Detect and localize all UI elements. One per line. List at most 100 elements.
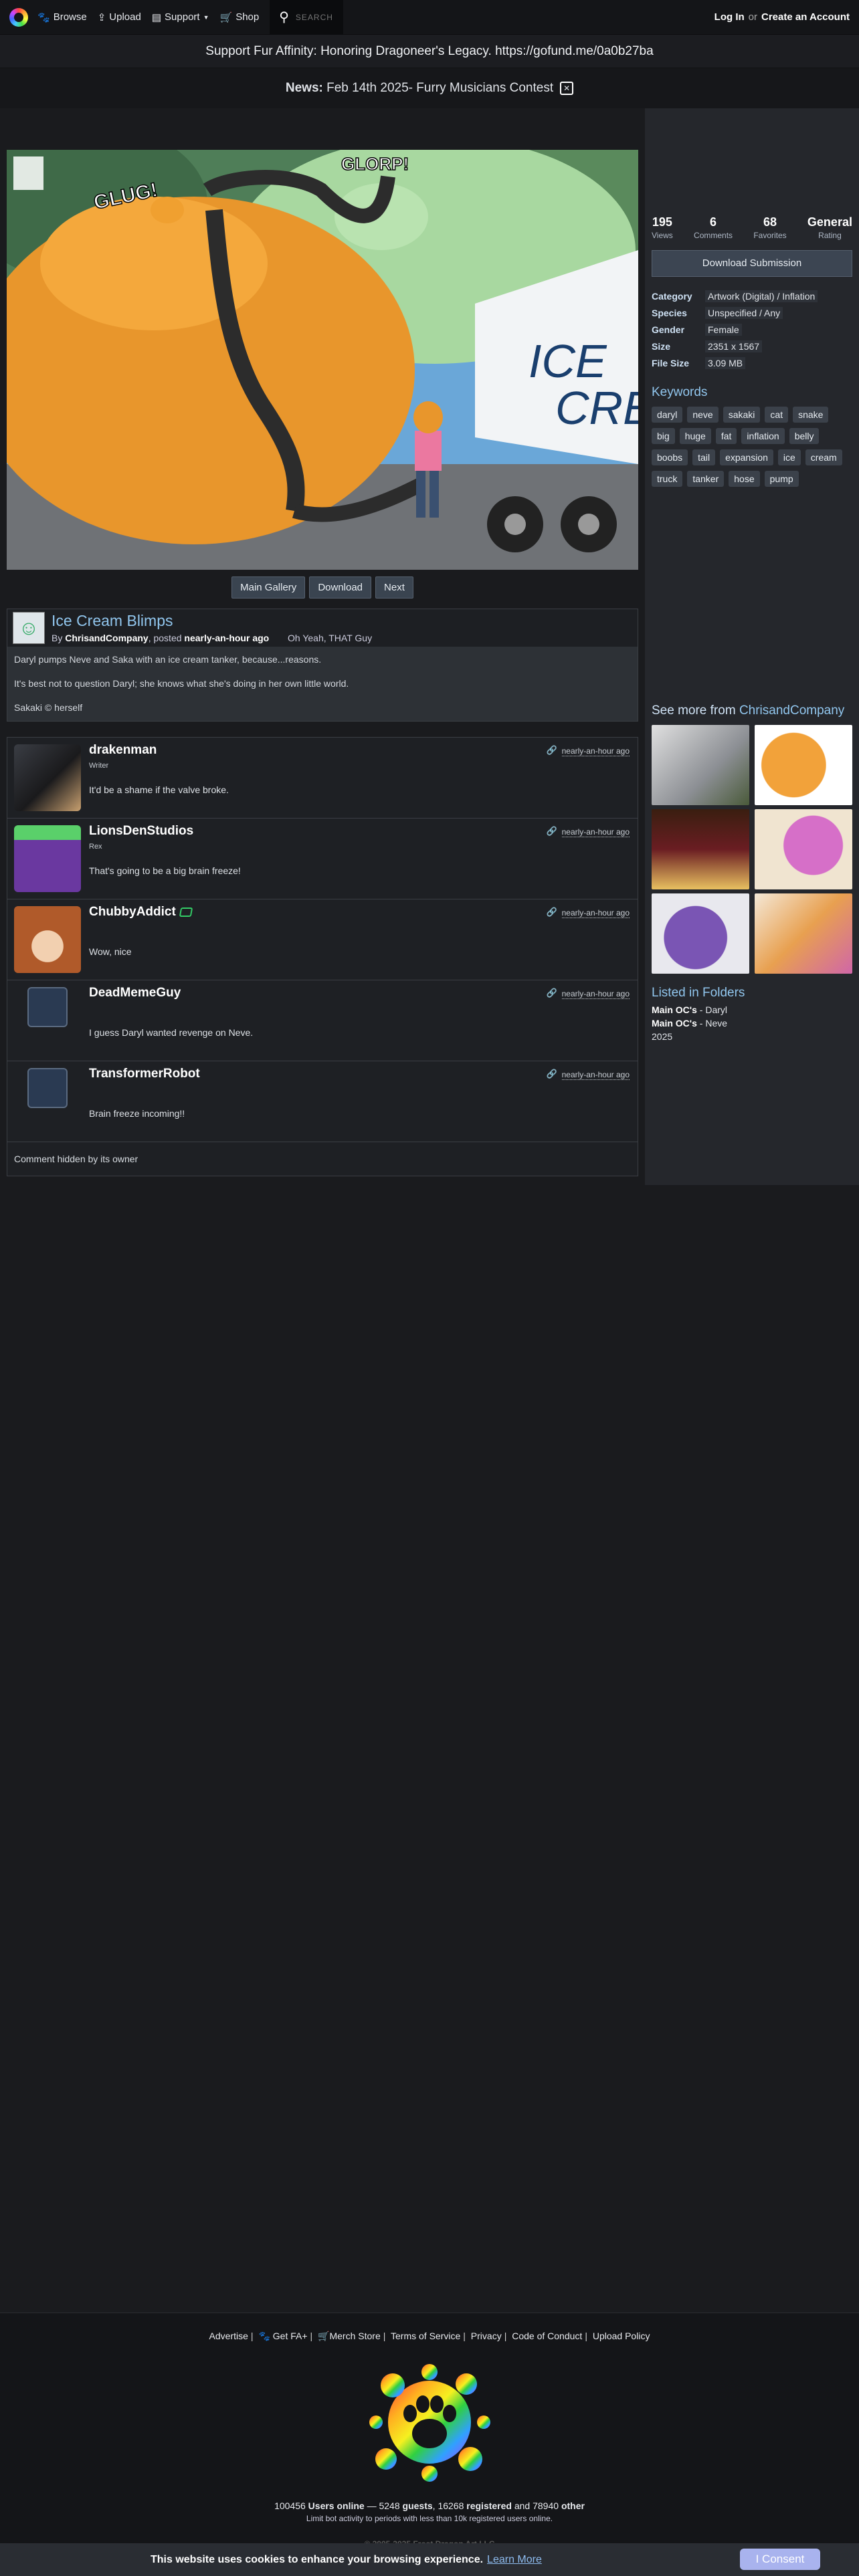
comment-username[interactable]: DeadMemeGuy — [89, 986, 181, 1000]
comment-avatar[interactable] — [14, 744, 81, 811]
see-more-author-link[interactable]: ChrisandCompany — [739, 704, 844, 718]
learn-more-link[interactable]: Learn More — [487, 2554, 542, 2565]
footer-link-tos[interactable]: Terms of Service — [391, 2331, 460, 2341]
login-link[interactable]: Log In — [714, 11, 745, 23]
keyword-tag[interactable]: pump — [764, 471, 799, 487]
comment-time[interactable]: nearly-an-hour ago — [561, 1070, 630, 1080]
keyword-tag[interactable]: sakaki — [723, 407, 761, 423]
folder-item[interactable]: 2025 — [652, 1031, 672, 1042]
keyword-tag[interactable]: ice — [777, 449, 801, 465]
search-input[interactable] — [295, 12, 343, 22]
keyword-tag[interactable]: cream — [805, 449, 842, 465]
comment-user-title: Rex — [89, 843, 102, 851]
support-banner[interactable]: Support Fur Affinity: Honoring Dragoneer… — [0, 35, 859, 68]
footer-link-advertise[interactable]: Advertise — [209, 2331, 248, 2341]
comment-time[interactable]: nearly-an-hour ago — [561, 908, 630, 918]
paint-splat-paw-logo — [369, 2364, 490, 2482]
support-icon: ▤ — [151, 11, 162, 23]
comment-time[interactable]: nearly-an-hour ago — [561, 989, 630, 999]
folder-item[interactable]: Main OC's - Neve — [652, 1018, 727, 1029]
comment: LionsDenStudios Rex That's going to be a… — [7, 819, 638, 899]
comment-text: It'd be a shame if the valve broke. — [89, 784, 229, 795]
comment-avatar[interactable] — [14, 825, 81, 892]
comment-avatar[interactable] — [27, 987, 68, 1027]
next-button[interactable]: Next — [375, 576, 413, 599]
comment-time[interactable]: nearly-an-hour ago — [561, 827, 630, 837]
keyword-tag[interactable]: cat — [765, 407, 789, 423]
submission-image[interactable]: GLUG! GLORP! ICE CREA — [7, 150, 638, 570]
footer-link-merch[interactable]: 🛒Merch Store — [318, 2331, 381, 2341]
comment: ChubbyAddict Wow, nice 🔗 nearly-an-hour … — [7, 899, 638, 980]
footer-link-privacy[interactable]: Privacy — [471, 2331, 502, 2341]
footer-link-upload-policy[interactable]: Upload Policy — [593, 2331, 650, 2341]
gallery-thumbnail[interactable] — [755, 893, 852, 974]
gallery-thumbnail[interactable] — [755, 809, 852, 889]
top-navigation: 🐾Browse ⇪Upload ▤Support▼ 🛒Shop ⚲ Log In… — [0, 0, 859, 35]
keyword-tags: daryl neve sakaki cat snake big huge fat… — [652, 407, 852, 487]
comment-username[interactable]: TransformerRobot — [89, 1067, 200, 1081]
footer-link-conduct[interactable]: Code of Conduct — [512, 2331, 582, 2341]
nav-browse[interactable]: 🐾 Browse — [37, 0, 87, 35]
link-icon[interactable]: 🔗 — [547, 745, 557, 756]
tanker-text-2: CREA — [555, 382, 638, 434]
consent-button[interactable]: I Consent — [740, 2549, 820, 2570]
nav-shop[interactable]: 🛒 Shop — [220, 0, 260, 35]
site-logo-icon[interactable] — [9, 7, 28, 27]
comment-username[interactable]: LionsDenStudios — [89, 824, 193, 839]
keyword-tag[interactable]: tanker — [687, 471, 725, 487]
submission-artwork: GLUG! GLORP! ICE CREA — [7, 150, 638, 570]
by-label: By — [52, 633, 63, 643]
comment-avatar[interactable] — [14, 906, 81, 973]
keyword-tag[interactable]: expansion — [720, 449, 773, 465]
nav-upload[interactable]: ⇪ Upload — [98, 0, 141, 35]
gallery-thumbnail[interactable] — [755, 725, 852, 805]
search-box[interactable]: ⚲ — [270, 0, 344, 35]
keyword-tag[interactable]: inflation — [741, 428, 785, 444]
gallery-thumbnail[interactable] — [652, 809, 749, 889]
keyword-tag[interactable]: boobs — [652, 449, 688, 465]
keyword-tag[interactable]: hose — [729, 471, 760, 487]
link-icon[interactable]: 🔗 — [547, 826, 557, 837]
news-bar: News: Feb 14th 2025- Furry Musicians Con… — [0, 68, 859, 108]
comment-username[interactable]: drakenman — [89, 743, 157, 758]
link-icon[interactable]: 🔗 — [547, 1069, 557, 1079]
upload-icon: ⇪ — [97, 11, 106, 23]
link-icon[interactable]: 🔗 — [547, 907, 557, 918]
search-icon[interactable]: ⚲ — [279, 9, 289, 25]
footer-link-fa-plus[interactable]: 🐾 Get FA+ — [258, 2331, 307, 2341]
dismiss-news-icon[interactable]: ✕ — [560, 82, 574, 95]
submission-header: Ice Cream Blimps By ChrisandCompany, pos… — [7, 609, 638, 647]
detail-size: Size 2351 x 1567 — [652, 338, 852, 354]
gallery-thumbnail[interactable] — [652, 725, 749, 805]
comments-section: drakenman Writer It'd be a shame if the … — [7, 737, 638, 1176]
keyword-tag[interactable]: big — [652, 428, 675, 444]
stat-views: 195 Views — [652, 215, 673, 240]
download-submission-button[interactable]: Download Submission — [652, 250, 852, 277]
comment-time[interactable]: nearly-an-hour ago — [561, 746, 630, 756]
news-text[interactable]: Feb 14th 2025- Furry Musicians Contest — [326, 81, 553, 95]
keyword-tag[interactable]: tail — [692, 449, 716, 465]
gallery-thumbnail[interactable] — [652, 893, 749, 974]
submission-byline: By ChrisandCompany, posted nearly-an-hou… — [52, 633, 372, 643]
create-account-link[interactable]: Create an Account — [761, 11, 850, 23]
keyword-tag[interactable]: snake — [793, 407, 829, 423]
detail-gender: Gender Female — [652, 321, 852, 338]
download-button[interactable]: Download — [309, 576, 372, 599]
keyword-tag[interactable]: fat — [715, 428, 737, 444]
folder-item[interactable]: Main OC's - Daryl — [652, 1004, 727, 1015]
keyword-tag[interactable]: belly — [789, 428, 820, 444]
keyword-tag[interactable]: neve — [687, 407, 719, 423]
comment-username[interactable]: ChubbyAddict — [89, 905, 193, 920]
nav-support[interactable]: ▤ Support ▼ — [152, 0, 209, 35]
author-avatar[interactable] — [13, 612, 45, 644]
link-icon[interactable]: 🔗 — [547, 988, 557, 998]
submission-description: Daryl pumps Neve and Saka with an ice cr… — [7, 647, 638, 721]
keyword-tag[interactable]: huge — [679, 428, 711, 444]
comment-text: I guess Daryl wanted revenge on Neve. — [89, 1027, 254, 1038]
keyword-tag[interactable]: truck — [652, 471, 683, 487]
keyword-tag[interactable]: daryl — [652, 407, 683, 423]
author-link[interactable]: ChrisandCompany — [65, 633, 148, 643]
main-gallery-button[interactable]: Main Gallery — [231, 576, 306, 599]
nav-support-label: Support — [165, 11, 200, 23]
comment-avatar[interactable] — [27, 1068, 68, 1108]
